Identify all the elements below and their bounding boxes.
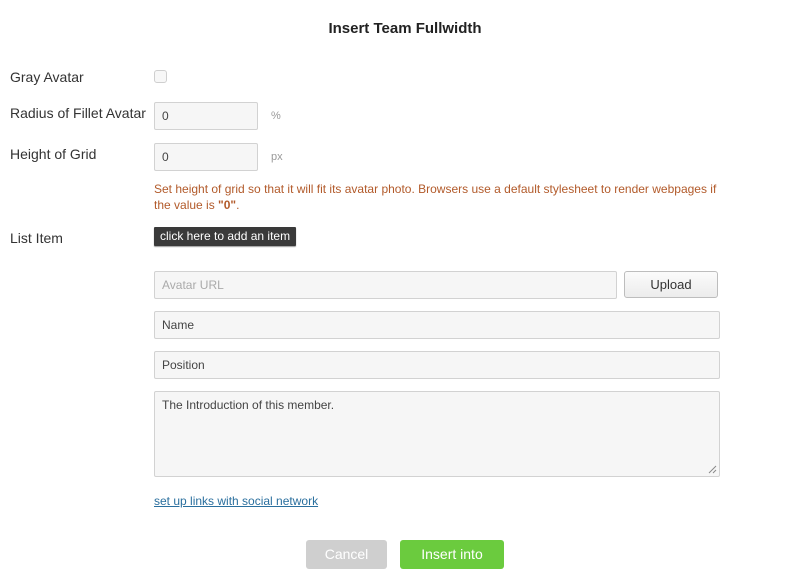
- insert-team-dialog: Insert Team Fullwidth Gray Avatar Radius…: [0, 0, 800, 580]
- add-item-button[interactable]: click here to add an item: [154, 227, 297, 246]
- height-input[interactable]: [154, 143, 258, 171]
- member-name-input[interactable]: [154, 311, 720, 339]
- height-unit: px: [271, 151, 283, 163]
- height-hint-value: "0": [218, 198, 237, 212]
- list-item-label: List Item: [10, 230, 63, 246]
- gray-avatar-checkbox[interactable]: [154, 70, 167, 83]
- radius-unit: %: [271, 110, 281, 122]
- cancel-button[interactable]: Cancel: [306, 540, 387, 569]
- insert-into-button[interactable]: Insert into: [400, 540, 504, 569]
- social-network-link[interactable]: set up links with social network: [154, 494, 318, 508]
- radius-label: Radius of Fillet Avatar: [10, 105, 146, 121]
- height-label: Height of Grid: [10, 146, 97, 162]
- dialog-title: Insert Team Fullwidth: [328, 20, 482, 37]
- member-introduction-textarea[interactable]: The Introduction of this member.: [154, 391, 720, 477]
- resize-grip-icon[interactable]: [708, 465, 717, 474]
- gray-avatar-label: Gray Avatar: [10, 69, 84, 85]
- radius-input[interactable]: [154, 102, 258, 130]
- avatar-url-input[interactable]: [154, 271, 617, 299]
- upload-button[interactable]: Upload: [624, 271, 718, 298]
- member-position-input[interactable]: [154, 351, 720, 379]
- height-hint: Set height of grid so that it will fit i…: [154, 181, 734, 213]
- height-hint-end: .: [236, 198, 240, 212]
